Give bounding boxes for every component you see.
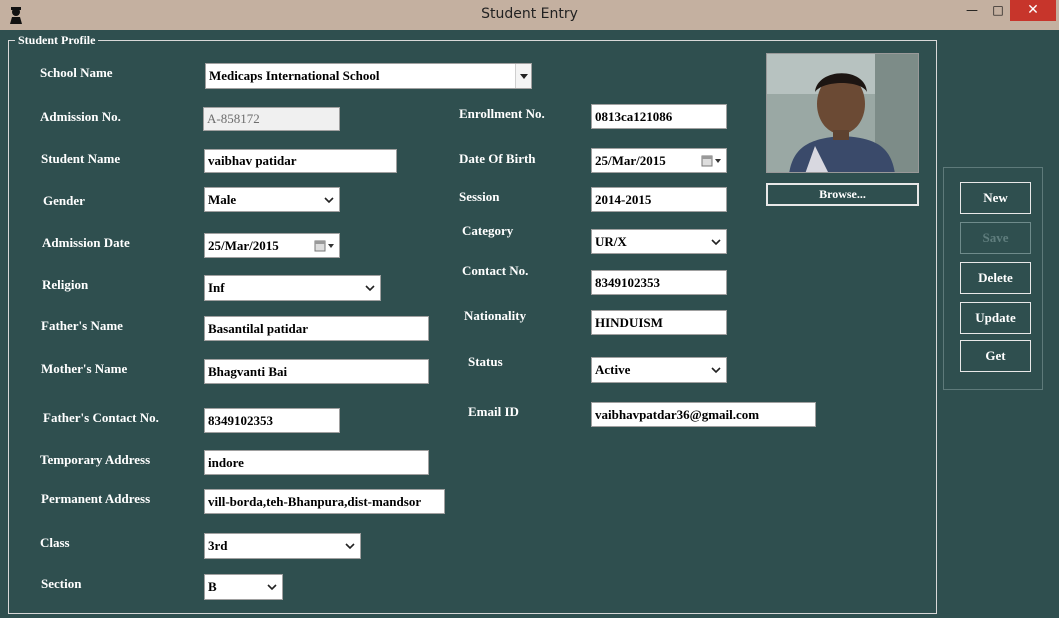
label-temporary-address: Temporary Address xyxy=(40,452,151,467)
chevron-down-icon[interactable] xyxy=(364,282,376,294)
status-select[interactable]: Active xyxy=(591,357,727,383)
nationality-field[interactable]: HINDUISM xyxy=(591,310,727,335)
close-button[interactable]: ✕ xyxy=(1010,0,1056,21)
admission-no-field[interactable]: A-858172 xyxy=(203,107,340,131)
label-religion: Religion xyxy=(42,277,89,292)
admission-date-picker[interactable]: 25/Mar/2015 xyxy=(204,233,340,258)
email-id-field[interactable]: vaibhavpatdar36@gmail.com xyxy=(591,402,816,427)
label-session: Session xyxy=(459,189,500,204)
section-select[interactable]: B xyxy=(204,574,283,600)
permanent-address-field[interactable]: vill-borda,teh-Bhanpura,dist-mandsor xyxy=(204,489,445,514)
label-admission-no: Admission No. xyxy=(40,109,121,124)
category-select[interactable]: UR/X xyxy=(591,229,727,254)
label-category: Category xyxy=(462,223,514,238)
session-field[interactable]: 2014-2015 xyxy=(591,187,727,212)
label-fathers-contact: Father's Contact No. xyxy=(43,410,159,425)
fathers-contact-field[interactable]: 8349102353 xyxy=(204,408,340,433)
group-legend: Student Profile xyxy=(15,33,99,48)
label-gender: Gender xyxy=(43,193,85,208)
title-bar: Student Entry xyxy=(0,0,1059,30)
label-permanent-address: Permanent Address xyxy=(41,491,151,506)
chevron-down-icon[interactable] xyxy=(710,364,722,376)
label-contact-no: Contact No. xyxy=(462,263,529,278)
date-of-birth-picker[interactable]: 25/Mar/2015 xyxy=(591,148,727,173)
label-section: Section xyxy=(41,576,82,591)
school-name-select[interactable]: Medicaps International School xyxy=(205,63,532,89)
get-button[interactable]: Get xyxy=(960,340,1031,372)
label-admission-date: Admission Date xyxy=(42,235,130,250)
label-enrollment-no: Enrollment No. xyxy=(459,106,545,121)
chevron-down-icon[interactable] xyxy=(515,64,531,88)
chevron-down-icon[interactable] xyxy=(344,540,356,552)
label-mothers-name: Mother's Name xyxy=(41,361,128,376)
label-student-name: Student Name xyxy=(41,151,121,166)
window-title: Student Entry xyxy=(481,6,578,22)
label-status: Status xyxy=(468,354,503,369)
update-button[interactable]: Update xyxy=(960,302,1031,334)
enrollment-no-field[interactable]: 0813ca121086 xyxy=(591,104,727,129)
religion-select[interactable]: Inf xyxy=(204,275,381,301)
label-school-name: School Name xyxy=(40,65,113,80)
student-photo-image xyxy=(767,54,918,172)
student-photo xyxy=(766,53,919,173)
fathers-name-field[interactable]: Basantilal patidar xyxy=(204,316,429,341)
label-nationality: Nationality xyxy=(464,308,527,323)
mothers-name-field[interactable]: Bhagvanti Bai xyxy=(204,359,429,384)
student-name-field[interactable]: vaibhav patidar xyxy=(204,149,397,173)
new-button[interactable]: New xyxy=(960,182,1031,214)
label-email-id: Email ID xyxy=(468,404,519,419)
save-button[interactable]: Save xyxy=(960,222,1031,254)
chevron-down-icon[interactable] xyxy=(710,236,722,248)
browse-button[interactable]: Browse... xyxy=(766,183,919,206)
label-fathers-name: Father's Name xyxy=(41,318,123,333)
calendar-icon[interactable] xyxy=(701,155,723,167)
label-class: Class xyxy=(40,535,70,550)
contact-no-field[interactable]: 8349102353 xyxy=(591,270,727,295)
temporary-address-field[interactable]: indore xyxy=(204,450,429,475)
delete-button[interactable]: Delete xyxy=(960,262,1031,294)
chevron-down-icon[interactable] xyxy=(323,194,335,206)
class-select[interactable]: 3rd xyxy=(204,533,361,559)
label-date-of-birth: Date Of Birth xyxy=(459,151,536,166)
calendar-icon[interactable] xyxy=(314,240,336,252)
gender-select[interactable]: Male xyxy=(204,187,340,212)
chevron-down-icon[interactable] xyxy=(266,581,278,593)
